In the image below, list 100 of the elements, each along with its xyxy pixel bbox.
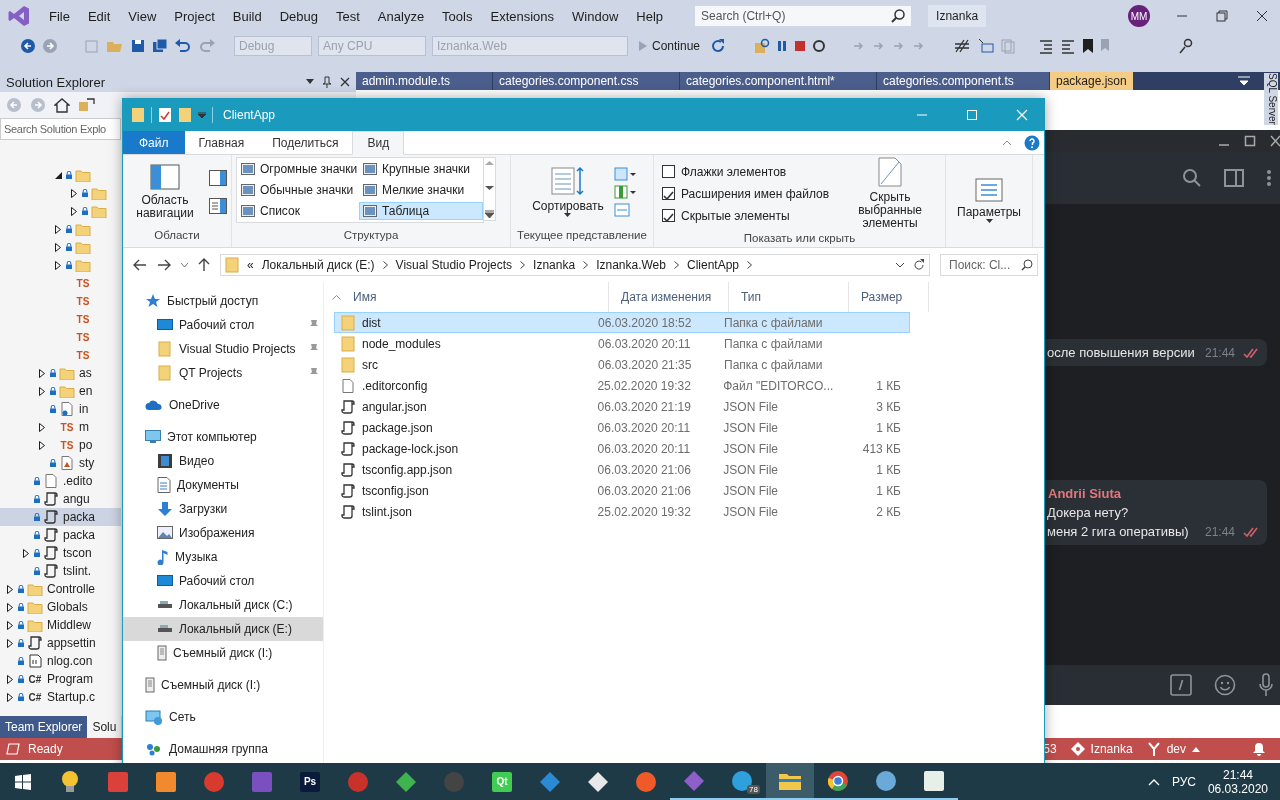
tree-item[interactable]: appsettin: [0, 634, 121, 652]
tray-expand-icon[interactable]: [1147, 777, 1160, 786]
checkbox[interactable]: Расширения имен файлов: [662, 185, 830, 202]
nav-item[interactable]: QT Projects: [123, 361, 323, 385]
path-segment[interactable]: Visual Studio Projects: [395, 258, 513, 272]
nav-item[interactable]: Сеть: [123, 705, 323, 729]
more-icon[interactable]: [485, 210, 494, 218]
file-row[interactable]: package-lock.json 06.03.2020 20:11 JSON File 413 КБ: [334, 438, 910, 459]
tree-item[interactable]: Globals: [0, 598, 121, 616]
outdent-icon[interactable]: [1060, 38, 1077, 54]
options-button[interactable]: Параметры: [953, 176, 1025, 226]
editor-tab[interactable]: package.json: [1050, 72, 1133, 90]
more-icon[interactable]: [1266, 169, 1272, 187]
taskbar-app[interactable]: [766, 763, 814, 800]
nav-item[interactable]: Рабочий стол: [123, 313, 323, 337]
file-row[interactable]: node_modules 06.03.2020 20:11 Папка с файлами: [334, 333, 910, 354]
menu-item[interactable]: Help: [627, 4, 673, 28]
watch-icon[interactable]: [978, 38, 995, 54]
nav-item[interactable]: Быстрый доступ: [123, 289, 323, 313]
tree-item[interactable]: as: [0, 364, 121, 382]
menu-item[interactable]: Test: [327, 4, 369, 28]
save-icon[interactable]: [130, 38, 146, 54]
bell-icon[interactable]: [1252, 742, 1266, 756]
search-field[interactable]: Поиск: Cl...: [940, 254, 1038, 276]
add-columns-icon[interactable]: [613, 185, 636, 199]
microphone-icon[interactable]: [1258, 673, 1274, 697]
tree-item[interactable]: TS: [0, 274, 121, 292]
nav-item[interactable]: Документы: [123, 473, 323, 497]
close-icon[interactable]: [1256, 10, 1268, 22]
tree-item[interactable]: TS: [0, 346, 121, 364]
menu-item[interactable]: Debug: [270, 4, 327, 28]
find-icon[interactable]: [754, 38, 771, 54]
path-segment[interactable]: Iznanka: [533, 258, 576, 272]
tree-item[interactable]: in: [0, 400, 121, 418]
refresh-icon[interactable]: [710, 38, 727, 54]
nav-item[interactable]: Загрузки: [123, 497, 323, 521]
tree-item[interactable]: C# Startup.c: [0, 688, 121, 706]
dropdown-icon[interactable]: [198, 112, 206, 118]
file-row[interactable]: package.json 06.03.2020 20:11 JSON File 1 КБ: [334, 417, 910, 438]
branch-name[interactable]: dev: [1166, 742, 1186, 756]
back-icon[interactable]: [133, 259, 147, 271]
dropdown-icon[interactable]: [895, 262, 905, 268]
details-pane-icon[interactable]: [209, 198, 227, 214]
path-segment[interactable]: Локальный диск (E:): [261, 258, 375, 272]
tree-item[interactable]: sty: [0, 454, 121, 472]
close-icon[interactable]: [1270, 135, 1280, 147]
tree-item[interactable]: packa: [0, 508, 121, 526]
tree-item[interactable]: Middlew: [0, 616, 121, 634]
pause-icon[interactable]: [776, 40, 789, 52]
refresh-icon[interactable]: [913, 259, 925, 271]
editor-tab[interactable]: categories.component.css: [493, 72, 679, 90]
checkbox[interactable]: Флажки элементов: [662, 163, 830, 180]
menu-item[interactable]: Edit: [78, 4, 120, 28]
ribbon-tab[interactable]: Вид: [352, 131, 405, 155]
restart-icon[interactable]: [812, 39, 827, 53]
tree-item[interactable]: en: [0, 382, 121, 400]
sidebar-icon[interactable]: [1224, 169, 1244, 187]
layout-option[interactable]: Обычные значки: [237, 181, 359, 199]
nav-item[interactable]: Съемный диск (I:): [123, 641, 323, 665]
scroll-down-icon[interactable]: [485, 185, 494, 191]
menu-item[interactable]: File: [40, 4, 79, 28]
input-language[interactable]: РУС: [1171, 774, 1196, 789]
tree-item[interactable]: tscon: [0, 544, 121, 562]
repository-name[interactable]: Iznanka: [1090, 742, 1133, 756]
account-avatar[interactable]: MM: [1128, 5, 1150, 27]
hide-selected-button[interactable]: Скрыть выбранные элементы: [839, 155, 941, 232]
editor-tab[interactable]: admin.module.ts: [356, 72, 492, 90]
path-segment[interactable]: Iznanka.Web: [596, 258, 666, 272]
tree-item[interactable]: C# Program: [0, 670, 121, 688]
menu-item[interactable]: Build: [223, 4, 271, 28]
continue-button[interactable]: Continue: [634, 37, 705, 55]
menu-item[interactable]: Window: [563, 4, 628, 28]
tree-item[interactable]: angu: [0, 490, 121, 508]
live-share-icon[interactable]: [1178, 38, 1195, 54]
editor-tab[interactable]: categories.component.ts: [877, 72, 1049, 90]
tree-item[interactable]: nlog.con: [0, 652, 121, 670]
nav-item[interactable]: Рабочий стол: [123, 569, 323, 593]
tree-item[interactable]: tslint.: [0, 562, 121, 580]
address-bar[interactable]: « Локальный диск (E:) Visual Studio Projects Iznanka Iznanka.Web ClientApp: [220, 254, 930, 276]
tree-item[interactable]: packa: [0, 526, 121, 544]
nav-item[interactable]: Домашняя группа: [123, 737, 323, 761]
menu-item[interactable]: View: [119, 4, 166, 28]
save-all-icon[interactable]: [152, 38, 168, 54]
restore-icon[interactable]: [1216, 10, 1228, 22]
menu-item[interactable]: Extensions: [481, 4, 564, 28]
layout-option[interactable]: Крупные значки: [359, 159, 483, 178]
layout-option[interactable]: Таблица: [359, 202, 483, 221]
forward-icon[interactable]: [157, 259, 171, 271]
close-icon[interactable]: [340, 77, 350, 87]
pin-icon[interactable]: [322, 76, 332, 88]
indent-icon[interactable]: [1038, 38, 1055, 54]
navigation-pane-button[interactable]: Область навигации: [127, 162, 203, 222]
menu-item[interactable]: Tools: [433, 4, 482, 28]
panel-tab[interactable]: Solu: [87, 716, 122, 738]
checkbox[interactable]: Скрытые элементы: [662, 207, 830, 224]
nav-item[interactable]: Изображения: [123, 521, 323, 545]
sync-icon[interactable]: [78, 97, 96, 113]
tree-item[interactable]: Controlle: [0, 580, 121, 598]
stop-icon[interactable]: [794, 40, 807, 52]
recent-locations-icon[interactable]: [181, 262, 188, 268]
